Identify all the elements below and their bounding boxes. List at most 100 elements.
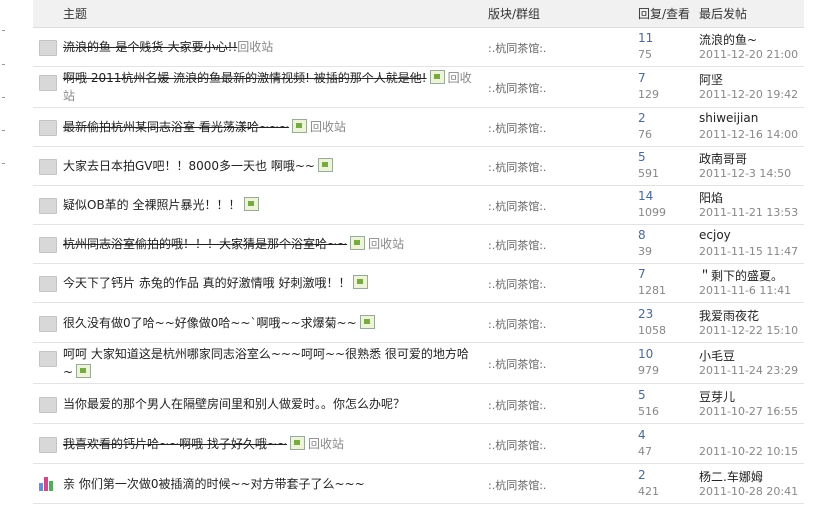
last-poster-link[interactable]: ecjoy — [699, 228, 731, 242]
thread-title-link[interactable]: 大家去日本拍GV吧！！8000多一天也 啊哦~~ — [63, 159, 315, 173]
thread-title-link[interactable]: 我喜欢看的钙片哈~~啊哦 找子好久哦~~ — [63, 437, 287, 451]
thread-row: 今天下了钙片 赤兔的作品 真的好激情哦 好刺激哦！！ :.杭同茶馆:. 7 1281 ＂… — [33, 264, 804, 303]
reply-count[interactable]: 11 — [638, 31, 653, 45]
last-post-date[interactable]: 2011-12-3 14:50 — [699, 167, 791, 180]
view-count: 516 — [638, 404, 659, 418]
view-count: 76 — [638, 128, 652, 141]
last-post-date[interactable]: 2011-11-15 11:47 — [699, 245, 798, 258]
image-attachment-icon — [359, 314, 375, 329]
thread-row: 大家去日本拍GV吧！！8000多一天也 啊哦~~:.杭同茶馆:. 5 591 政南哥哥… — [33, 147, 804, 186]
last-post-date[interactable]: 2011-12-22 15:10 — [699, 324, 798, 337]
forum-link[interactable]: :.杭同茶馆:. — [488, 237, 546, 253]
reply-count[interactable]: 5 — [638, 388, 646, 402]
last-poster-link[interactable]: shiweijian — [699, 111, 758, 125]
image-attachment-icon — [76, 364, 92, 378]
recycle-bin-link[interactable]: 回收站 — [310, 120, 346, 134]
thread-title-link[interactable]: 最新偷拍杭州某同志浴室 看光荡漾哈~~~ — [63, 120, 289, 134]
last-post-date[interactable]: 2011-11-24 23:29 — [699, 364, 798, 377]
forum-link[interactable]: :.杭同茶馆:. — [488, 40, 546, 56]
last-poster-link[interactable]: 我爱雨夜花 — [699, 307, 759, 324]
view-count: 129 — [638, 88, 659, 101]
view-count: 1281 — [638, 284, 666, 297]
forum-link[interactable]: :.杭同茶馆:. — [488, 316, 546, 332]
last-post-date[interactable]: 2011-10-27 16:55 — [699, 405, 798, 418]
last-poster-link[interactable]: 豆芽儿 — [699, 388, 735, 405]
last-poster-link[interactable]: 杨二.车娜姆 — [699, 468, 763, 485]
last-poster-link[interactable]: 小毛豆 — [699, 347, 735, 364]
thread-row: 我喜欢看的钙片哈~~啊哦 找子好久哦~~ 回收站 :.杭同茶馆:. 4 47 2011-1… — [33, 424, 804, 464]
header-forum: 版块/群组 — [488, 7, 541, 21]
view-count: 1099 — [638, 206, 666, 219]
reply-count[interactable]: 5 — [638, 150, 646, 164]
poll-chart-icon — [39, 476, 55, 491]
header-subject: 主题 — [63, 7, 88, 21]
thread-title-link[interactable]: 啊哦 2011杭州名媛 流浪的鱼最新的激情视频! 被插的那个人就是他! — [63, 71, 427, 85]
folder-icon — [39, 351, 57, 367]
image-attachment-icon — [243, 197, 259, 211]
forum-link[interactable]: :.杭同茶馆:. — [488, 198, 546, 214]
view-count: 979 — [638, 364, 659, 377]
reply-count[interactable]: 7 — [638, 71, 646, 85]
view-count: 1058 — [638, 323, 666, 337]
last-poster-link[interactable]: 政南哥哥 — [699, 150, 747, 167]
header-replies-views: 回复/查看 — [638, 7, 691, 21]
thread-title-link[interactable]: 流浪的鱼-是个贱货-大家要小心!! — [63, 40, 237, 54]
view-count: 47 — [638, 444, 652, 458]
thread-subject: 今天下了钙片 赤兔的作品 真的好激情哦 好刺激哦！！ — [63, 274, 478, 292]
reply-count[interactable]: 2 — [638, 111, 646, 125]
last-post-date[interactable]: 2011-12-20 21:00 — [699, 48, 798, 61]
last-post-date[interactable]: 2011-10-28 20:41 — [699, 485, 798, 498]
last-poster-link[interactable]: ＂剩下的盛夏。 — [699, 267, 783, 284]
last-poster-link[interactable]: 阳焰 — [699, 189, 723, 206]
forum-link[interactable]: :.杭同茶馆:. — [488, 276, 546, 292]
reply-count[interactable]: 7 — [638, 267, 646, 281]
thread-subject: 流浪的鱼-是个贱货-大家要小心!!回收站 — [63, 38, 478, 56]
view-count: 39 — [638, 245, 652, 258]
thread-subject: 啊哦 2011杭州名媛 流浪的鱼最新的激情视频! 被插的那个人就是他! 回收站 — [63, 69, 478, 105]
forum-link[interactable]: :.杭同茶馆:. — [488, 397, 546, 413]
header-last-post: 最后发帖 — [699, 7, 748, 21]
recycle-bin-link[interactable]: 回收站 — [368, 237, 404, 251]
image-attachment-icon — [353, 275, 369, 289]
thread-subject: 疑似OB革的 全裸照片暴光！！！ — [63, 196, 478, 214]
thread-title-link[interactable]: 今天下了钙片 赤兔的作品 真的好激情哦 好刺激哦！！ — [63, 276, 350, 290]
forum-link[interactable]: :.杭同茶馆:. — [488, 437, 546, 453]
last-post-date[interactable]: 2011-10-22 10:15 — [699, 445, 798, 458]
thread-row: 亲 你们第一次做0被插滴的时候~~对方带套子了么~~~:.杭同茶馆:. 2 421 杨… — [33, 464, 804, 504]
recycle-bin-link[interactable]: 回收站 — [237, 40, 273, 54]
thread-title-link[interactable]: 杭州同志浴室偷拍的哦！！！大家猜是那个浴室哈~~ — [63, 237, 347, 251]
last-post-date[interactable]: 2011-12-20 19:42 — [699, 88, 798, 101]
folder-icon — [39, 396, 57, 413]
thread-row: 疑似OB革的 全裸照片暴光！！！ :.杭同茶馆:. 14 1099 阳焰 2011-11-… — [33, 186, 804, 225]
image-attachment-icon — [291, 119, 307, 133]
thread-title-link[interactable]: 亲 你们第一次做0被插滴的时候~~对方带套子了么~~~ — [63, 477, 365, 491]
last-post-date[interactable]: 2011-11-21 13:53 — [699, 206, 798, 219]
thread-subject: 很久没有做0了哈~~好像做0哈~~`啊哦~~求爆菊~~ — [63, 314, 478, 332]
forum-link[interactable]: :.杭同茶馆:. — [488, 356, 546, 372]
reply-count[interactable]: 8 — [638, 228, 646, 242]
reply-count[interactable]: 14 — [638, 189, 653, 203]
thread-title-link[interactable]: 很久没有做0了哈~~好像做0哈~~`啊哦~~求爆菊~~ — [63, 316, 357, 330]
thread-subject: 亲 你们第一次做0被插滴的时候~~对方带套子了么~~~ — [63, 475, 478, 493]
last-poster-link[interactable]: 流浪的鱼~ — [699, 31, 757, 48]
reply-count[interactable]: 23 — [638, 307, 653, 321]
folder-icon — [39, 198, 57, 214]
thread-title-link[interactable]: 当你最爱的那个男人在隔壁房间里和别人做爱时。。你怎么办呢？ — [63, 397, 405, 411]
thread-title-link[interactable]: 呵呵 大家知道这是杭州哪家同志浴室么~~~呵呵~~很熟悉 很可爱的地方哈~ — [63, 347, 469, 379]
last-post-date[interactable]: 2011-11-6 11:41 — [699, 284, 791, 297]
reply-count[interactable]: 2 — [638, 468, 646, 482]
last-post-date[interactable]: 2011-12-16 14:00 — [699, 128, 798, 141]
forum-link[interactable]: :.杭同茶馆:. — [488, 477, 546, 493]
last-poster-link[interactable]: 阿坚 — [699, 71, 723, 88]
forum-link[interactable]: :.杭同茶馆:. — [488, 80, 546, 96]
folder-icon — [39, 436, 57, 453]
reply-count[interactable]: 4 — [638, 428, 646, 442]
thread-title-link[interactable]: 疑似OB革的 全裸照片暴光！！！ — [63, 198, 241, 212]
left-margin-marks — [0, 0, 32, 506]
folder-icon — [39, 315, 57, 332]
forum-link[interactable]: :.杭同茶馆:. — [488, 120, 546, 136]
forum-link[interactable]: :.杭同茶馆:. — [488, 159, 546, 175]
recycle-bin-link[interactable]: 回收站 — [308, 437, 344, 451]
thread-row: 当你最爱的那个男人在隔壁房间里和别人做爱时。。你怎么办呢？ :.杭同茶馆:. 5 51… — [33, 384, 804, 424]
reply-count[interactable]: 10 — [638, 347, 653, 361]
